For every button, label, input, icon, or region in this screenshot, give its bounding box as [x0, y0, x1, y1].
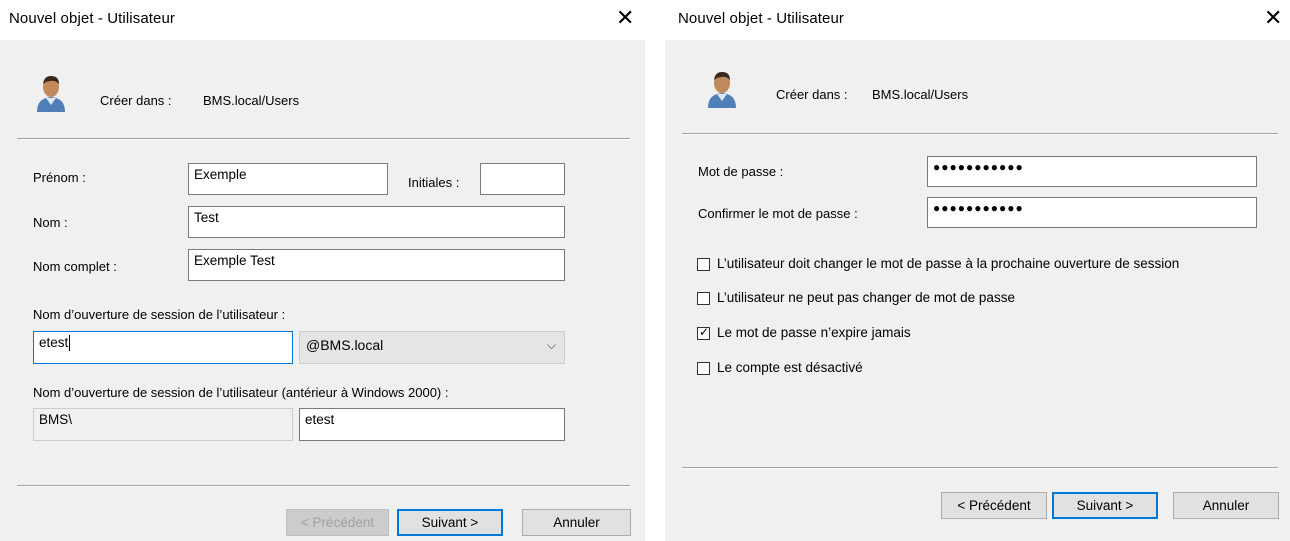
next-button[interactable]: Suivant >	[397, 509, 503, 536]
text-caret	[69, 335, 71, 352]
create-in-label: Créer dans :	[100, 93, 172, 108]
dialog-title: Nouvel objet - Utilisateur	[678, 10, 845, 27]
logon-label: Nom d’ouverture de session de l’utilisat…	[33, 307, 286, 322]
fullname-field[interactable]: Exemple Test	[188, 249, 565, 281]
checkbox-must-change-password[interactable]	[697, 258, 710, 271]
initials-label: Initiales :	[408, 175, 460, 190]
chevron-down-icon: ⌵	[546, 338, 556, 352]
cancel-button[interactable]: Annuler	[1173, 492, 1279, 519]
dialog-body: Créer dans : BMS.local/Users Prénom : Ex…	[0, 40, 645, 541]
separator	[17, 485, 630, 487]
create-in-value: BMS.local/Users	[203, 93, 300, 108]
prewin-logon-field[interactable]: etest	[299, 408, 565, 441]
separator	[17, 138, 630, 140]
firstname-field[interactable]: Exemple	[188, 163, 388, 195]
next-button[interactable]: Suivant >	[1052, 492, 1158, 519]
create-in-value: BMS.local/Users	[872, 87, 969, 102]
create-in-label: Créer dans :	[776, 87, 848, 102]
user-icon	[708, 72, 736, 108]
dialog-title: Nouvel objet - Utilisateur	[9, 10, 176, 27]
new-user-dialog-password: Nouvel objet - Utilisateur ✕ Créer dans …	[665, 0, 1290, 541]
logon-field[interactable]: etest	[33, 331, 293, 364]
firstname-label: Prénom :	[33, 170, 86, 185]
checkbox-label: Le compte est désactivé	[717, 360, 863, 375]
domain-dropdown[interactable]: @BMS.local ⌵	[299, 331, 565, 364]
title-bar: Nouvel objet - Utilisateur ✕	[665, 0, 1290, 40]
close-icon[interactable]: ✕	[1264, 6, 1282, 30]
fullname-label: Nom complet :	[33, 259, 117, 274]
close-icon[interactable]: ✕	[616, 6, 634, 30]
password-field[interactable]: ●●●●●●●●●●●	[927, 156, 1257, 187]
cancel-button[interactable]: Annuler	[522, 509, 631, 536]
user-icon	[37, 76, 65, 112]
previous-button[interactable]: < Précédent	[286, 509, 389, 536]
previous-button[interactable]: < Précédent	[941, 492, 1047, 519]
checkbox-label: Le mot de passe n’expire jamais	[717, 325, 911, 340]
domain-value: @BMS.local	[306, 337, 384, 353]
prewin-domain-field: BMS\	[33, 408, 293, 441]
checkbox-label: L’utilisateur ne peut pas changer de mot…	[717, 290, 1015, 305]
confirm-password-field[interactable]: ●●●●●●●●●●●	[927, 197, 1257, 228]
checkbox-label: L’utilisateur doit changer le mot de pas…	[717, 256, 1180, 271]
checkbox-account-disabled[interactable]	[697, 362, 710, 375]
confirm-password-label: Confirmer le mot de passe :	[698, 206, 858, 221]
check-icon: ✓	[699, 325, 710, 339]
lastname-field[interactable]: Test	[188, 206, 565, 238]
password-label: Mot de passe :	[698, 164, 784, 179]
initials-field[interactable]	[480, 163, 565, 195]
logon-value: etest	[39, 335, 69, 350]
prewin-label: Nom d’ouverture de session de l’utilisat…	[33, 385, 449, 400]
dialog-body: Créer dans : BMS.local/Users Mot de pass…	[665, 40, 1290, 541]
new-user-dialog-names: Nouvel objet - Utilisateur ✕ Créer dans …	[0, 0, 645, 541]
checkbox-cannot-change-password[interactable]	[697, 292, 710, 305]
title-bar: Nouvel objet - Utilisateur ✕	[0, 0, 645, 40]
checkbox-password-never-expires[interactable]: ✓	[697, 325, 710, 340]
lastname-label: Nom :	[33, 215, 68, 230]
separator	[682, 467, 1278, 469]
separator	[682, 133, 1278, 135]
